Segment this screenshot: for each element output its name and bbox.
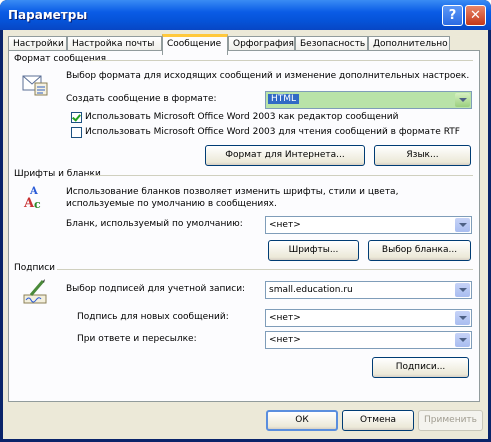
tab-label: Безопасность xyxy=(300,39,366,49)
compose-format-select[interactable]: HTML xyxy=(265,91,472,109)
use-word-editor-label: Использовать Microsoft Office Word 2003 … xyxy=(85,112,399,122)
signatures-button[interactable]: Подписи... xyxy=(372,357,469,378)
replies-signature-value: <нет> xyxy=(269,335,301,345)
cancel-button[interactable]: Отмена xyxy=(342,410,414,431)
compose-format-value: HTML xyxy=(268,94,300,104)
language-button[interactable]: Язык... xyxy=(374,145,471,166)
fonts-button[interactable]: Шрифты... xyxy=(268,240,359,261)
chevron-down-icon[interactable] xyxy=(455,218,470,232)
replies-signature-select[interactable]: <нет> xyxy=(265,331,472,349)
chevron-down-icon[interactable] xyxy=(455,283,470,297)
replies-signature-label: При ответе и пересылке: xyxy=(77,334,197,344)
default-stationery-label: Бланк, используемый по умолчанию: xyxy=(66,219,243,229)
message-tab-panel: Формат сообщения Выбор формата для исход… xyxy=(8,50,480,402)
fonts-abc-icon: A A c xyxy=(23,186,41,211)
options-dialog: Параметры ? ✕ Настройки Настройка почты … xyxy=(0,0,491,442)
chevron-down-icon[interactable] xyxy=(455,311,470,325)
use-word-rtf-checkbox[interactable] xyxy=(71,127,82,138)
default-stationery-select[interactable]: <нет> xyxy=(265,216,472,234)
internet-format-button[interactable]: Формат для Интернета... xyxy=(205,145,365,166)
signature-pen-icon xyxy=(23,279,47,304)
compose-format-label: Создать сообщение в формате: xyxy=(66,94,217,104)
group-divider xyxy=(57,269,473,270)
title-bar[interactable]: Параметры ? ✕ xyxy=(0,0,491,30)
new-messages-signature-value: <нет> xyxy=(269,313,301,323)
tab-label: Дополнительно xyxy=(373,39,448,49)
group-divider xyxy=(87,175,473,176)
signature-account-select[interactable]: small.education.ru xyxy=(265,281,472,299)
default-stationery-value: <нет> xyxy=(269,220,301,230)
tab-label: Настройка почты xyxy=(72,39,155,49)
svg-text:c: c xyxy=(34,198,41,211)
message-format-group-title: Формат сообщения xyxy=(14,54,107,64)
chevron-down-icon[interactable] xyxy=(455,333,470,347)
use-word-rtf-label: Использовать Microsoft Office Word 2003 … xyxy=(85,127,460,137)
signature-account-value: small.education.ru xyxy=(269,285,353,295)
new-messages-signature-select[interactable]: <нет> xyxy=(265,309,472,327)
window-title: Параметры xyxy=(8,8,88,22)
help-button[interactable]: ? xyxy=(442,5,463,26)
group-divider xyxy=(91,60,473,61)
tab-label: Орфография xyxy=(233,39,294,49)
tab-message[interactable]: Сообщение xyxy=(162,34,228,55)
close-button[interactable]: ✕ xyxy=(465,5,486,26)
new-messages-signature-label: Подпись для новых сообщений: xyxy=(77,312,229,322)
use-word-editor-checkbox[interactable] xyxy=(71,112,82,123)
stationery-picker-button[interactable]: Выбор бланка... xyxy=(368,240,471,261)
tab-label: Настройки xyxy=(13,39,64,49)
signature-account-label: Выбор подписей для учетной записи: xyxy=(66,284,246,294)
chevron-down-icon[interactable] xyxy=(455,93,470,107)
fonts-stationery-group-title: Шрифты и бланки xyxy=(14,169,101,179)
message-format-icon xyxy=(22,75,48,96)
apply-button[interactable]: Применить xyxy=(418,410,483,431)
signatures-group-title: Подписи xyxy=(14,263,56,273)
fonts-stationery-description: Использование бланков позволяет изменить… xyxy=(66,187,399,209)
tab-label: Сообщение xyxy=(167,39,222,49)
ok-button[interactable]: ОК xyxy=(266,410,338,431)
dialog-client-area: Настройки Настройка почты Сообщение Орфо… xyxy=(3,30,488,439)
message-format-description: Выбор формата для исходящих сообщений и … xyxy=(66,71,470,81)
